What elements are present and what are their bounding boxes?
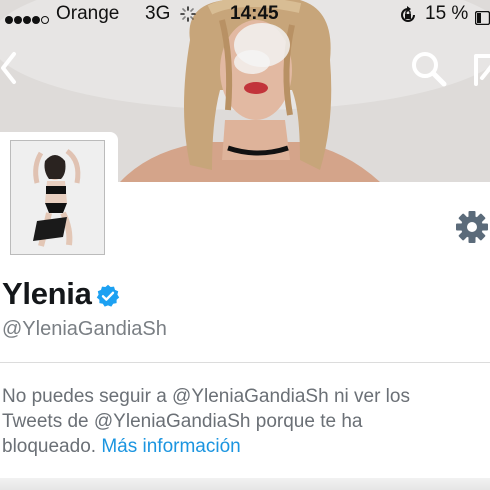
search-icon [412,52,447,87]
blocked-notice-line: bloqueado. Más información [2,434,482,459]
battery-percentage: 15 % [425,3,469,24]
display-name: Ylenia [2,276,92,311]
blocked-notice-line: No puedes seguir a @YleniaGandiaSh ni ve… [2,386,410,407]
gear-icon [456,211,488,243]
compose-button[interactable] [472,48,490,90]
compose-icon [474,54,490,86]
more-info-link[interactable]: Más información [101,436,240,457]
back-chevron-icon [1,52,16,84]
blocked-notice-text: bloqueado. [2,436,102,457]
network-type: 3G [145,3,171,24]
search-button[interactable] [408,48,450,90]
activity-spinner-icon [180,6,196,28]
profile-handle: @YleniaGandiaSh [2,318,167,340]
signal-strength-icon [5,8,50,30]
profile-avatar[interactable] [0,132,118,262]
rotation-lock-icon [398,5,418,31]
blocked-notice: No puedes seguir a @YleniaGandiaSh ni ve… [2,384,482,459]
battery-icon [474,9,490,31]
twitter-profile-screen: Orange 3G 14:45 15 % Ylenia @YleniaGandi… [0,0,490,490]
status-clock: 14:45 [230,3,279,24]
blocked-notice-line: Tweets de @YleniaGandiaSh porque te ha [2,411,363,432]
status-bar: Orange 3G 14:45 15 % [0,0,490,30]
avatar-photo [10,140,105,255]
section-divider [0,362,490,363]
carrier-name: Orange [56,3,120,24]
back-button[interactable] [0,50,18,86]
verified-badge-icon [96,284,120,313]
bottom-edge [0,478,490,490]
settings-button[interactable] [455,210,489,244]
